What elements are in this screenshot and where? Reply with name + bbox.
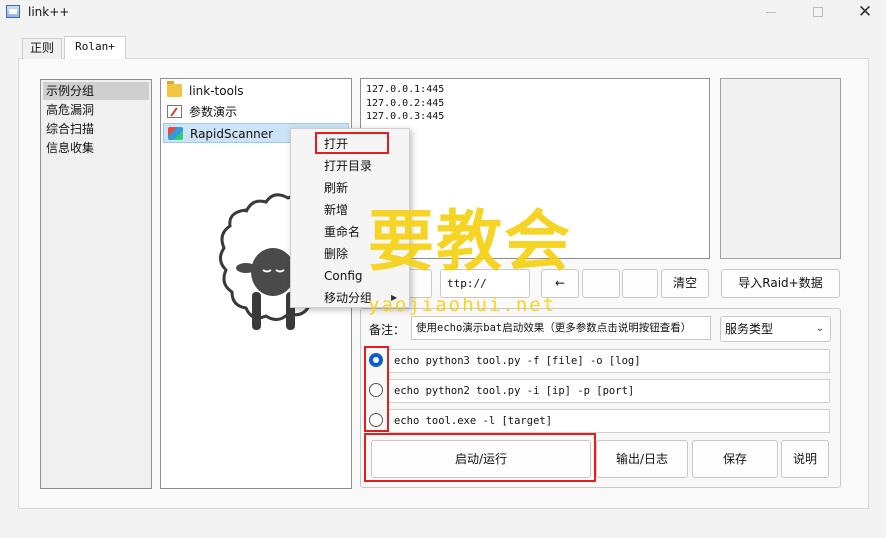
clear-button[interactable]: 清空: [661, 269, 709, 298]
tab-rolan[interactable]: Rolan+: [64, 36, 126, 59]
command-field[interactable]: echo python3 tool.py -f [file] -o [log]: [388, 349, 830, 373]
category-list[interactable]: 示例分组 高危漏洞 综合扫描 信息收集: [40, 79, 152, 489]
row-button[interactable]: [582, 269, 620, 298]
maximize-button[interactable]: [795, 0, 841, 26]
app-icon: [168, 127, 183, 140]
command-field[interactable]: echo tool.exe -l [target]: [388, 409, 830, 433]
menu-item-rename[interactable]: 重命名: [324, 222, 360, 242]
tool-label: link-tools: [189, 84, 244, 98]
row-button[interactable]: [622, 269, 658, 298]
maximize-icon: [813, 7, 823, 17]
command-radio-3[interactable]: [369, 413, 383, 427]
tool-item-param-demo[interactable]: 参数演示: [163, 102, 349, 122]
context-menu: 打开 打开目录 刷新 新增 重命名 删除 Config 移动分组 ▶: [290, 128, 410, 308]
targets-textarea[interactable]: 127.0.0.1:445 127.0.0.2:445 127.0.0.3:44…: [360, 78, 710, 259]
menu-item-open-directory[interactable]: 打开目录: [324, 156, 372, 176]
minimize-icon: [766, 11, 776, 13]
menu-item-new[interactable]: 新增: [324, 200, 348, 220]
tab-regex[interactable]: 正则: [22, 38, 62, 59]
back-arrow-button[interactable]: ←: [541, 269, 579, 298]
close-icon: ✕: [857, 2, 873, 22]
service-type-select[interactable]: 服务类型 ⌄: [720, 316, 831, 342]
chevron-down-icon: ⌄: [815, 323, 824, 334]
command-radio-1[interactable]: [369, 353, 383, 367]
submenu-arrow-icon: ▶: [391, 293, 398, 302]
menu-item-delete[interactable]: 删除: [324, 244, 348, 264]
tool-label: 参数演示: [189, 105, 238, 119]
run-button[interactable]: 启动/运行: [371, 440, 591, 478]
note-input[interactable]: 使用echo演示bat启动效果（更多参数点击说明按钮查看）: [411, 316, 711, 340]
category-item[interactable]: 示例分组: [43, 82, 149, 100]
category-item[interactable]: 综合扫描: [43, 120, 149, 138]
window-title: link++: [28, 5, 70, 19]
document-icon: [167, 105, 182, 118]
target-line: 127.0.0.2:445: [366, 97, 445, 109]
category-item[interactable]: 高危漏洞: [43, 101, 149, 119]
menu-item-refresh[interactable]: 刷新: [324, 178, 348, 198]
url-input[interactable]: ttp://: [440, 269, 530, 298]
minimize-button[interactable]: [748, 0, 794, 26]
folder-icon: [167, 81, 182, 97]
output-log-button[interactable]: 输出/日志: [596, 440, 688, 478]
category-item[interactable]: 信息收集: [43, 139, 149, 157]
menu-item-open[interactable]: 打开: [324, 134, 348, 154]
app-icon: [6, 5, 20, 18]
target-line: 127.0.0.1:445: [366, 84, 445, 95]
import-raid-button[interactable]: 导入Raid+数据: [721, 269, 840, 298]
save-button[interactable]: 保存: [692, 440, 778, 478]
note-label: 备注：: [369, 323, 406, 337]
menu-item-config[interactable]: Config: [324, 266, 363, 286]
target-line: 127.0.0.3:445: [366, 111, 445, 122]
help-button[interactable]: 说明: [781, 440, 829, 478]
service-type-value: 服务类型: [725, 322, 774, 336]
tool-item-link-tools[interactable]: link-tools: [163, 81, 349, 101]
close-button[interactable]: ✕: [842, 0, 886, 26]
command-radio-2[interactable]: [369, 383, 383, 397]
left-arrow-icon: ←: [554, 276, 566, 290]
menu-item-move-group[interactable]: 移动分组: [324, 288, 372, 308]
preview-panel: [720, 78, 841, 259]
command-field[interactable]: echo python2 tool.py -i [ip] -p [port]: [388, 379, 830, 403]
tool-label: RapidScanner: [190, 127, 274, 141]
